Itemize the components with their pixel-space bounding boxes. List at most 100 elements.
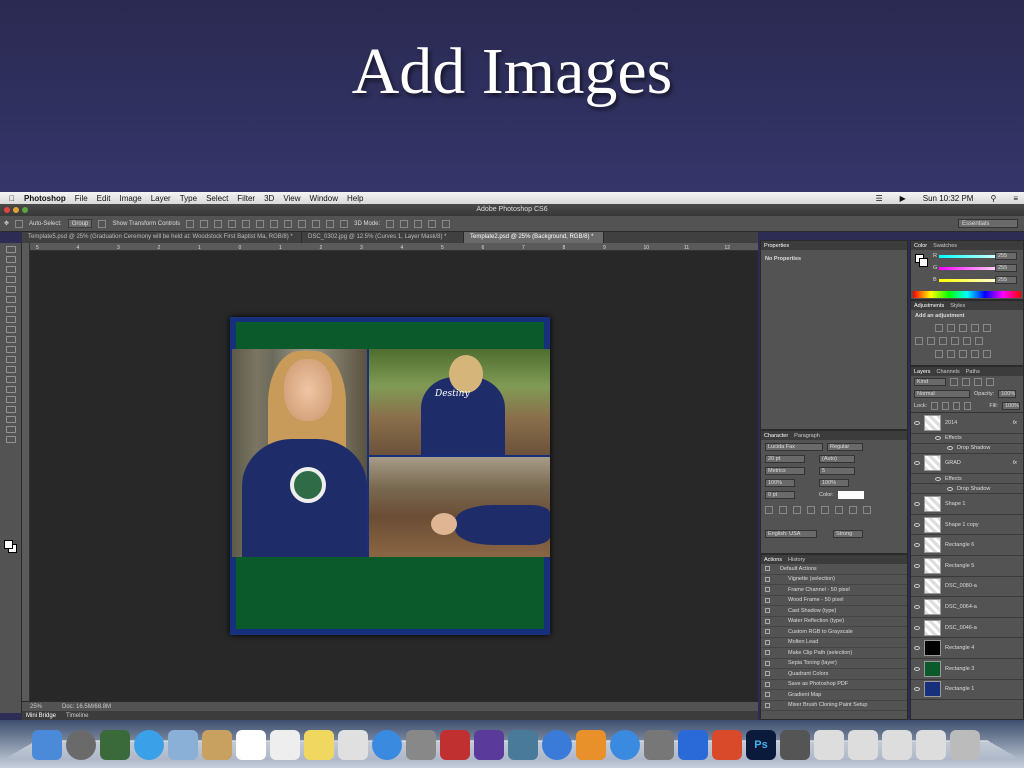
action-check-icon[interactable] bbox=[765, 639, 770, 645]
curves-icon[interactable] bbox=[959, 324, 967, 332]
3d-scale-icon[interactable] bbox=[442, 219, 451, 228]
zoom-icon[interactable] bbox=[22, 207, 28, 213]
layer-effect-row[interactable]: Effects bbox=[911, 434, 1023, 444]
kerning-field[interactable]: Metrics bbox=[765, 467, 805, 475]
finder-icon[interactable] bbox=[32, 730, 62, 760]
launchpad-icon[interactable] bbox=[66, 730, 96, 760]
tab-template5[interactable]: Template5.psd @ 25% (Graduation Ceremony… bbox=[22, 232, 302, 243]
baseline-field[interactable]: 0 pt bbox=[765, 491, 795, 499]
distribute-right-icon[interactable] bbox=[340, 219, 349, 228]
action-item[interactable]: Make Clip Path (selection) bbox=[761, 648, 907, 659]
layer-row[interactable]: DSC_0080-a bbox=[911, 577, 1023, 598]
app-store-icon[interactable] bbox=[610, 730, 640, 760]
tab-history[interactable]: History bbox=[788, 557, 805, 563]
faux-bold-icon[interactable] bbox=[765, 506, 773, 514]
healing-tool-icon[interactable] bbox=[6, 306, 16, 313]
tab-properties[interactable]: Properties bbox=[764, 243, 789, 249]
photo-filter-icon[interactable] bbox=[951, 337, 959, 345]
system-preferences-icon[interactable] bbox=[644, 730, 674, 760]
contacts-icon[interactable] bbox=[202, 730, 232, 760]
black-white-icon[interactable] bbox=[939, 337, 947, 345]
action-check-icon[interactable] bbox=[765, 618, 770, 624]
preview-icon[interactable] bbox=[338, 730, 368, 760]
zoom-level[interactable]: 25% bbox=[30, 704, 42, 710]
lock-pixels-icon[interactable] bbox=[942, 402, 950, 410]
vertical-scale-field[interactable]: 100% bbox=[765, 479, 795, 487]
action-check-icon[interactable] bbox=[765, 692, 770, 698]
action-check-icon[interactable] bbox=[765, 576, 770, 582]
hue-saturation-icon[interactable] bbox=[915, 337, 923, 345]
blur-tool-icon[interactable] bbox=[6, 366, 16, 373]
action-check-icon[interactable] bbox=[765, 608, 770, 614]
spotlight-icon[interactable]: ⚲ bbox=[990, 194, 996, 203]
action-check-icon[interactable] bbox=[765, 702, 770, 708]
color-balance-icon[interactable] bbox=[927, 337, 935, 345]
fill-field[interactable]: 100% bbox=[1001, 402, 1020, 410]
font-style-select[interactable]: Regular bbox=[827, 443, 863, 451]
action-check-icon[interactable] bbox=[765, 597, 770, 603]
lasso-tool-icon[interactable] bbox=[6, 266, 16, 273]
visibility-eye-icon[interactable] bbox=[914, 543, 920, 548]
photo-portrait[interactable] bbox=[232, 349, 367, 557]
doc-size[interactable]: Doc: 16.5M/68.8M bbox=[62, 704, 111, 710]
align-right-icon[interactable] bbox=[256, 219, 265, 228]
stamp-tool-icon[interactable] bbox=[6, 326, 16, 333]
mail-icon[interactable] bbox=[168, 730, 198, 760]
menu-file[interactable]: File bbox=[75, 194, 88, 203]
opacity-field[interactable]: 100% bbox=[998, 390, 1017, 398]
selective-color-icon[interactable] bbox=[983, 350, 991, 358]
layer-row[interactable]: Rectangle 6 bbox=[911, 535, 1023, 556]
workspace-select[interactable]: Essentials bbox=[958, 219, 1018, 228]
dodge-tool-icon[interactable] bbox=[6, 376, 16, 383]
safari-icon[interactable] bbox=[134, 730, 164, 760]
visibility-eye-icon[interactable] bbox=[947, 486, 953, 491]
tab-character[interactable]: Character bbox=[764, 433, 788, 439]
levels-icon[interactable] bbox=[947, 324, 955, 332]
ibooks-icon[interactable] bbox=[576, 730, 606, 760]
history-brush-tool-icon[interactable] bbox=[6, 336, 16, 343]
visibility-eye-icon[interactable] bbox=[914, 501, 920, 506]
window-thumb-1-icon[interactable] bbox=[814, 730, 844, 760]
menu-3d[interactable]: 3D bbox=[264, 194, 274, 203]
minimize-icon[interactable] bbox=[13, 207, 19, 213]
window-thumb-2-icon[interactable] bbox=[848, 730, 878, 760]
tracking-field[interactable]: 5 bbox=[819, 467, 855, 475]
action-check-icon[interactable] bbox=[765, 681, 770, 687]
menu-image[interactable]: Image bbox=[119, 194, 141, 203]
menu-select[interactable]: Select bbox=[206, 194, 228, 203]
action-item[interactable]: Gradient Map bbox=[761, 690, 907, 701]
align-left-icon[interactable] bbox=[228, 219, 237, 228]
tab-paragraph[interactable]: Paragraph bbox=[794, 433, 820, 439]
layer-row[interactable]: GRAD fx bbox=[911, 454, 1023, 475]
calendar-icon[interactable] bbox=[236, 730, 266, 760]
foreground-color-swatch[interactable] bbox=[4, 540, 13, 549]
tab-paths[interactable]: Paths bbox=[966, 369, 980, 375]
group-select[interactable]: Group bbox=[67, 219, 93, 228]
imovie-icon[interactable] bbox=[474, 730, 504, 760]
all-caps-icon[interactable] bbox=[793, 506, 801, 514]
tab-mini-bridge[interactable]: Mini Bridge bbox=[26, 713, 56, 719]
layer-fx-icon[interactable]: fx bbox=[1013, 420, 1017, 426]
subscript-icon[interactable] bbox=[835, 506, 843, 514]
filter-adjust-icon[interactable] bbox=[962, 378, 970, 386]
apple-menu-icon[interactable]:  bbox=[9, 194, 15, 203]
tab-adjustments[interactable]: Adjustments bbox=[914, 303, 944, 309]
red-value[interactable]: 255 bbox=[995, 252, 1017, 260]
itunes-icon[interactable] bbox=[542, 730, 572, 760]
vibrance-icon[interactable] bbox=[983, 324, 991, 332]
color-spectrum-bar[interactable] bbox=[913, 291, 1021, 298]
lock-all-icon[interactable] bbox=[964, 402, 972, 410]
action-item[interactable]: Sepia Toning (layer) bbox=[761, 659, 907, 669]
tab-channels[interactable]: Channels bbox=[937, 369, 960, 375]
action-check-icon[interactable] bbox=[765, 587, 770, 593]
exposure-icon[interactable] bbox=[971, 324, 979, 332]
action-item[interactable]: Save as Photoshop PDF bbox=[761, 680, 907, 690]
menu-help[interactable]: Help bbox=[347, 194, 363, 203]
color-bg-swatch[interactable] bbox=[919, 258, 928, 267]
visibility-eye-icon[interactable] bbox=[914, 461, 920, 466]
menu-window[interactable]: Window bbox=[310, 194, 338, 203]
blue-value[interactable]: 255 bbox=[995, 276, 1017, 284]
tab-swatches[interactable]: Swatches bbox=[933, 243, 957, 249]
menu-edit[interactable]: Edit bbox=[97, 194, 111, 203]
iphoto-icon[interactable] bbox=[508, 730, 538, 760]
